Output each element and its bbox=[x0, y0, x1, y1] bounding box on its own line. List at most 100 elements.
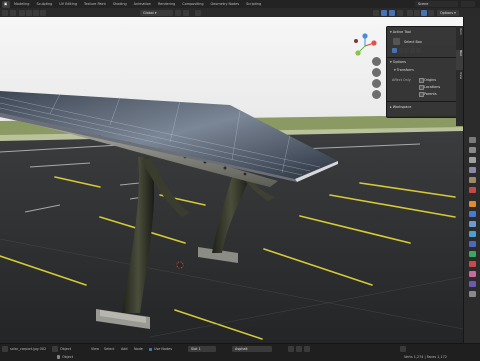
particles-properties-icon[interactable] bbox=[469, 221, 476, 227]
gizmo-toggle-icon[interactable] bbox=[381, 9, 387, 16]
material-selector[interactable]: Asphalt bbox=[232, 345, 272, 352]
scene-stats: Verts 1,274 | Faces 1,172 bbox=[404, 355, 447, 359]
workspace-section-header[interactable]: ▸ Workspace bbox=[390, 105, 411, 109]
scene-selector[interactable]: Scene bbox=[415, 1, 458, 7]
viewport-3d[interactable]: ▾ Active Tool Select Box ▾ Options ▾ Tra… bbox=[0, 17, 463, 343]
select-intersect-icon[interactable] bbox=[40, 9, 46, 16]
tool-properties-icon[interactable] bbox=[469, 137, 476, 143]
snap-target-icon[interactable] bbox=[183, 9, 189, 16]
shader-properties-icon[interactable] bbox=[469, 281, 476, 287]
file-label[interactable]: solar_carport.jpg 002 bbox=[10, 347, 46, 351]
tab-layout-icon[interactable]: ▣ bbox=[2, 0, 10, 8]
object-mode-dropdown[interactable]: Object bbox=[60, 347, 71, 351]
options-dropdown[interactable]: Options ▾ bbox=[437, 9, 459, 16]
select-subtract-icon[interactable] bbox=[33, 9, 39, 16]
render-properties-icon[interactable] bbox=[469, 147, 476, 153]
xray-icon[interactable] bbox=[397, 9, 403, 16]
material-properties-icon[interactable] bbox=[469, 261, 476, 267]
workspace-tabs: ▣ Modeling Sculpting UV Editing Texture … bbox=[2, 0, 264, 8]
pivot-icon[interactable] bbox=[167, 9, 173, 16]
properties-tab-strip bbox=[463, 17, 480, 343]
output-properties-icon[interactable] bbox=[469, 157, 476, 163]
camera-view-icon[interactable] bbox=[372, 79, 381, 88]
tool-name: Select Box bbox=[404, 40, 422, 44]
sidebar-tab-item[interactable]: Item bbox=[456, 28, 463, 48]
world-properties-icon[interactable] bbox=[469, 187, 476, 193]
orientation-dropdown[interactable]: Global ▾ bbox=[140, 9, 168, 16]
tab-compositing[interactable]: Compositing bbox=[179, 1, 206, 8]
pin-icon[interactable] bbox=[400, 346, 406, 352]
material-shading-icon[interactable] bbox=[421, 9, 427, 16]
select-box-tool-icon[interactable] bbox=[393, 38, 400, 45]
menu-view[interactable]: View bbox=[91, 347, 99, 351]
orientation-label: Global bbox=[143, 10, 154, 15]
options-label: Options bbox=[440, 10, 454, 15]
editor-type-icon[interactable] bbox=[2, 346, 8, 352]
solid-shading-icon[interactable] bbox=[414, 9, 420, 16]
texture-properties-icon[interactable] bbox=[469, 271, 476, 277]
physics-properties-icon[interactable] bbox=[469, 231, 476, 237]
zoom-icon[interactable] bbox=[372, 57, 381, 66]
locations-label: Locations bbox=[424, 85, 441, 89]
modifier-properties-icon[interactable] bbox=[469, 211, 476, 217]
new-material-icon[interactable] bbox=[296, 346, 302, 352]
view-layer-icon[interactable] bbox=[461, 1, 475, 7]
shading-modes bbox=[407, 9, 434, 16]
scene-properties-icon[interactable] bbox=[469, 177, 476, 183]
data-properties-icon[interactable] bbox=[469, 251, 476, 257]
divider bbox=[387, 101, 457, 102]
rendered-shading-icon[interactable] bbox=[428, 9, 434, 16]
origins-label: Origins bbox=[424, 78, 437, 82]
tool-mode-invert-icon[interactable] bbox=[410, 48, 415, 53]
tab-rendering[interactable]: Rendering bbox=[155, 1, 178, 8]
menu-select[interactable]: Select bbox=[104, 347, 114, 351]
sidebar-tab-view[interactable]: View bbox=[456, 72, 463, 92]
object-properties-icon[interactable] bbox=[469, 201, 476, 207]
view-layer-properties-icon[interactable] bbox=[469, 167, 476, 173]
tool-mode-extend-icon[interactable] bbox=[398, 48, 403, 53]
use-nodes-checkbox[interactable] bbox=[149, 347, 152, 351]
tab-animation[interactable]: Animation bbox=[131, 1, 154, 8]
overlay-toggle-icon[interactable] bbox=[389, 9, 395, 16]
tab-modeling[interactable]: Modeling bbox=[11, 1, 32, 8]
affect-only-label: Affect Only bbox=[392, 78, 411, 82]
tool-mode-new-icon[interactable] bbox=[392, 48, 397, 53]
constraint-properties-icon[interactable] bbox=[469, 241, 476, 247]
options-section-header[interactable]: ▾ Options bbox=[390, 60, 406, 64]
tool-mode-intersect-icon[interactable] bbox=[416, 48, 421, 53]
tab-uv-editing[interactable]: UV Editing bbox=[56, 1, 80, 8]
sidebar-tab-tool[interactable]: Tool bbox=[456, 50, 463, 70]
visibility-icon[interactable] bbox=[373, 9, 379, 16]
pan-icon[interactable] bbox=[372, 68, 381, 77]
tab-sculpting[interactable]: Sculpting bbox=[33, 1, 55, 8]
viewport-header: Global ▾ Options ▾ bbox=[0, 8, 480, 17]
tab-geometry-nodes[interactable]: Geometry Nodes bbox=[208, 1, 243, 8]
select-extend-icon[interactable] bbox=[26, 9, 32, 16]
unlink-material-icon[interactable] bbox=[304, 346, 310, 352]
active-tool-title: Active Tool bbox=[392, 30, 411, 34]
menu-add[interactable]: Add bbox=[121, 347, 128, 351]
parents-label: Parents bbox=[424, 92, 437, 96]
menu-node[interactable]: Node bbox=[134, 347, 143, 351]
perspective-toggle-icon[interactable] bbox=[372, 90, 381, 99]
bottom-bar: solar_carport.jpg 002 Object View Select… bbox=[0, 343, 480, 361]
node-editor-icon[interactable] bbox=[52, 346, 58, 352]
tab-scripting[interactable]: Scripting bbox=[243, 1, 264, 8]
object-mode-icon[interactable] bbox=[10, 9, 16, 16]
editor-type-icon[interactable] bbox=[2, 9, 8, 16]
proportional-edit-icon[interactable] bbox=[195, 9, 201, 16]
wireframe-shading-icon[interactable] bbox=[407, 9, 413, 16]
transform-section-header[interactable]: ▾ Transform bbox=[394, 68, 414, 72]
extra-properties-icon[interactable] bbox=[469, 291, 476, 297]
tab-texture-paint[interactable]: Texture Paint bbox=[81, 1, 109, 8]
slot-dropdown[interactable]: Slot 1 bbox=[188, 345, 216, 352]
slot-label: Slot 1 bbox=[191, 346, 201, 351]
workspace-section-title: Workspace bbox=[392, 105, 412, 109]
fake-user-icon[interactable] bbox=[288, 346, 294, 352]
snap-icon[interactable] bbox=[175, 9, 181, 16]
active-tool-header[interactable]: ▾ Active Tool bbox=[390, 30, 411, 34]
navigation-gizmo[interactable] bbox=[352, 33, 378, 59]
tab-shading[interactable]: Shading bbox=[110, 1, 130, 8]
tool-mode-subtract-icon[interactable] bbox=[404, 48, 409, 53]
select-new-icon[interactable] bbox=[19, 9, 25, 16]
